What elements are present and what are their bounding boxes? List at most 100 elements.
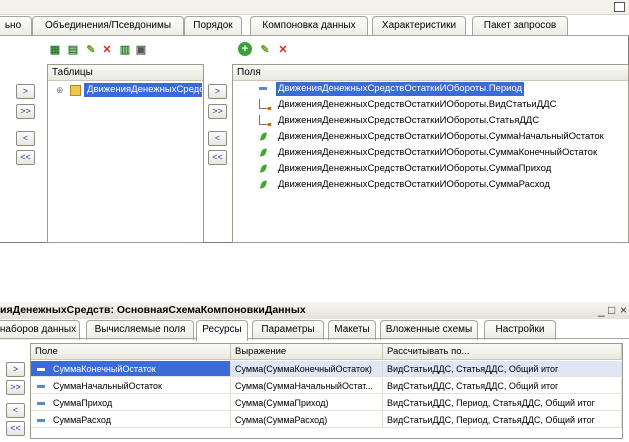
resource-icon — [257, 129, 269, 145]
schema-tabs: наборов данных Вычисляемые поля Ресурсы … — [0, 320, 629, 341]
column-header-expression[interactable]: Выражение — [231, 344, 383, 360]
fields-move-all-right-button[interactable]: >> — [208, 104, 227, 119]
resource-icon — [257, 177, 269, 193]
edit-icon[interactable]: ✎ — [84, 42, 98, 56]
cell-calc-by[interactable]: ВидСтатьиДДС, Период, СтатьяДДС, Общий и… — [383, 395, 622, 411]
resource-move-all-left-button[interactable]: << — [6, 421, 25, 436]
window-top-strip — [0, 0, 629, 15]
dimension-icon — [257, 81, 269, 97]
column-header-calc-by[interactable]: Рассчитывать по... — [383, 344, 622, 360]
maximize-window-icon[interactable]: □ — [608, 302, 615, 319]
tab-settings[interactable]: Настройки — [484, 320, 556, 340]
table-item[interactable]: ДвиженияДенежныхСредств — [84, 83, 202, 97]
fields-move-right-button[interactable]: > — [208, 84, 227, 99]
cell-expression[interactable]: Сумма(СуммаПриход) — [231, 395, 383, 411]
cell-calc-by[interactable]: ВидСтатьиДДС, СтатьяДДС, Общий итог — [383, 378, 622, 394]
field-name: ДвиженияДенежныхСредствОстаткиИОбороты.П… — [276, 82, 525, 96]
tab-data-composition[interactable]: Компоновка данных — [250, 16, 368, 36]
cell-expression[interactable]: Сумма(СуммаНачальныйОстат... — [231, 378, 383, 394]
resource-dash-icon — [37, 419, 45, 422]
field-name: ДвиженияДенежныхСредствОстаткиИОбороты.С… — [278, 179, 550, 190]
resource-move-left-button[interactable]: < — [6, 403, 25, 418]
field-name: ДвиженияДенежныхСредствОстаткиИОбороты.С… — [278, 131, 604, 142]
fields-header: Поля — [233, 65, 628, 81]
field-name: ДвиженияДенежныхСредствОстаткиИОбороты.В… — [278, 99, 557, 110]
edit-field-icon[interactable]: ✎ — [258, 42, 272, 56]
move-all-right-button[interactable]: >> — [16, 104, 35, 119]
delete-icon[interactable]: ✕ — [100, 42, 114, 56]
replace-table-icon[interactable]: ▥ — [118, 42, 132, 56]
column-header-field[interactable]: Поле — [31, 344, 231, 360]
tab-unions-aliases[interactable]: Объединения/Псевдонимы — [32, 16, 184, 36]
resources-table: Поле Выражение Рассчитывать по... СуммаК… — [30, 343, 623, 439]
resource-dash-icon — [37, 385, 45, 388]
tab-query-batch[interactable]: Пакет запросов — [472, 16, 568, 36]
table-row[interactable]: СуммаНачальныйОстаток Сумма(СуммаНачальны… — [31, 378, 622, 394]
table-row[interactable]: СуммаПриход Сумма(СуммаПриход) ВидСтатьиДД… — [31, 395, 622, 411]
cell-calc-by[interactable]: ВидСтатьиДДС, Период, СтатьяДДС, Общий и… — [383, 412, 622, 428]
tab-layouts[interactable]: Макеты — [328, 320, 376, 340]
tab-datasets[interactable]: наборов данных — [0, 320, 80, 340]
cell-expression[interactable]: Сумма(СуммаРасход) — [231, 412, 383, 428]
tables-list: Таблицы ⊕ ДвиженияДенежныхСредств — [47, 64, 204, 243]
tab-characteristics[interactable]: Характеристики — [372, 16, 466, 36]
tab-partial[interactable]: ьно — [0, 16, 32, 36]
cell-field-text: СуммаНачальныйОстаток — [53, 381, 162, 391]
resource-dash-icon — [37, 368, 45, 371]
table-icon — [70, 85, 81, 96]
move-left-button[interactable]: < — [16, 131, 35, 146]
resource-move-right-button[interactable]: > — [6, 362, 25, 377]
cell-field-text: СуммаРасход — [53, 415, 111, 425]
expand-icon[interactable]: ⊕ — [56, 85, 64, 96]
tab-resources[interactable]: Ресурсы — [196, 320, 248, 341]
fields-move-all-left-button[interactable]: << — [208, 150, 227, 165]
cell-field[interactable]: СуммаНачальныйОстаток — [31, 378, 231, 394]
tab-calculated-fields[interactable]: Вычисляемые поля — [86, 320, 194, 340]
fields-list: Поля ДвиженияДенежныхСредствОстаткиИОбор… — [232, 64, 629, 243]
field-row[interactable]: ДвиженияДенежныхСредствОстаткиИОбороты.С… — [233, 113, 628, 129]
cell-calc-by[interactable]: ВидСтатьиДДС, СтатьяДДС, Общий итог — [383, 361, 622, 377]
field-name: ДвиженияДенежныхСредствОстаткиИОбороты.С… — [278, 147, 598, 158]
cell-field[interactable]: СуммаПриход — [31, 395, 231, 411]
field-name: ДвиженияДенежныхСредствОстаткиИОбороты.С… — [278, 115, 540, 126]
resource-icon — [257, 161, 269, 177]
close-icon[interactable]: × — [620, 302, 627, 319]
cell-field-text: СуммаКонечныйОстаток — [53, 364, 156, 374]
field-name: ДвиженияДенежныхСредствОстаткиИОбороты.С… — [278, 163, 552, 174]
field-row[interactable]: ДвиженияДенежныхСредствОстаткиИОбороты.В… — [233, 97, 628, 113]
maximize-icon[interactable] — [614, 2, 625, 12]
tab-nested-schemas[interactable]: Вложенные схемы — [380, 320, 478, 340]
tables-fields-area: ▦ ▤ ✎ ✕ ▥ ▣ Таблицы ⊕ ДвиженияДенежныхСр… — [0, 36, 629, 243]
cell-expression[interactable]: Сумма(СуммаКонечныйОстаток) — [231, 361, 383, 377]
table-row[interactable]: СуммаКонечныйОстаток Сумма(СуммаКонечныйО… — [31, 361, 622, 377]
query-builder-tabs: ьно Объединения/Псевдонимы Порядок Компо… — [0, 16, 629, 36]
add-field-icon[interactable]: + — [238, 42, 252, 56]
tab-parameters[interactable]: Параметры — [252, 320, 324, 340]
field-row[interactable]: ДвиженияДенежныхСредствОстаткиИОбороты.С… — [233, 129, 628, 145]
move-right-button[interactable]: > — [16, 84, 35, 99]
delete-field-icon[interactable]: ✕ — [276, 42, 290, 56]
resource-move-all-right-button[interactable]: >> — [6, 380, 25, 395]
field-row[interactable]: ДвиженияДенежныхСредствОстаткиИОбороты.П… — [233, 81, 628, 97]
resource-dash-icon — [37, 402, 45, 405]
window-title: ияДенежныхСредств: ОсновнаяСхемаКомпонов… — [0, 304, 306, 316]
minimize-icon[interactable]: _ — [598, 302, 605, 319]
reference-icon — [257, 97, 271, 113]
field-row[interactable]: ДвиженияДенежныхСредствОстаткиИОбороты.С… — [233, 161, 628, 177]
cell-field[interactable]: СуммаРасход — [31, 412, 231, 428]
field-row[interactable]: ДвиженияДенежныхСредствОстаткиИОбороты.С… — [233, 145, 628, 161]
move-all-left-button[interactable]: << — [16, 150, 35, 165]
fields-move-left-button[interactable]: < — [208, 131, 227, 146]
tab-order[interactable]: Порядок — [184, 16, 242, 36]
field-row[interactable]: ДвиженияДенежныхСредствОстаткиИОбороты.С… — [233, 177, 628, 193]
resource-icon — [257, 145, 269, 161]
add-subquery-icon[interactable]: ▤ — [66, 42, 80, 56]
cell-field[interactable]: СуммаКонечныйОстаток — [31, 361, 231, 377]
cell-field-text: СуммаПриход — [53, 398, 113, 408]
reference-icon — [257, 113, 271, 129]
tables-header: Таблицы — [48, 65, 203, 81]
add-table-icon[interactable]: ▦ — [48, 42, 62, 56]
window-title-bar: ияДенежныхСредств: ОсновнаяСхемаКомпонов… — [0, 302, 629, 319]
table-row[interactable]: СуммаРасход Сумма(СуммаРасход) ВидСтатьиДД… — [31, 412, 622, 428]
table-settings-icon[interactable]: ▣ — [134, 42, 148, 56]
